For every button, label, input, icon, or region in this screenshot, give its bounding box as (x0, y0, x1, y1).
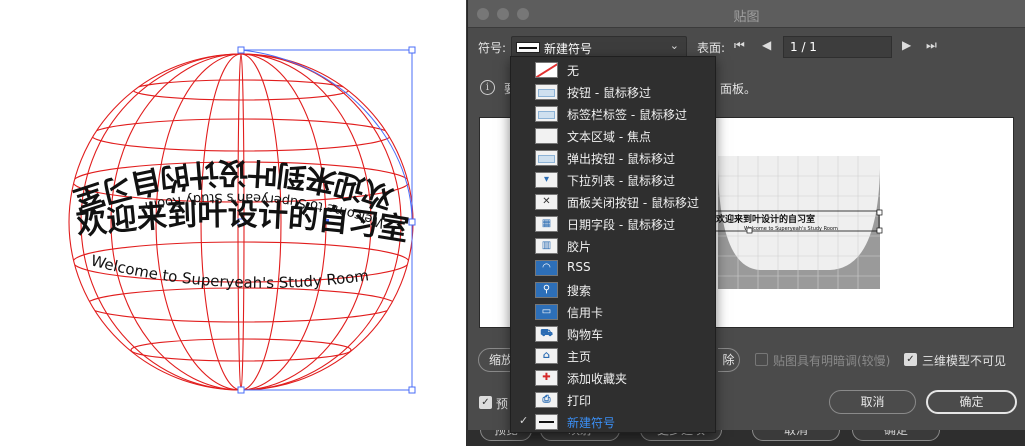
menu-item-new-symbol[interactable]: ✓ 新建符号 (511, 411, 715, 433)
menu-item-label: 新建符号 (567, 416, 616, 430)
menu-item-label: 下拉列表 - 鼠标移过 (567, 174, 675, 188)
dropdown-list-icon: ▾ (535, 172, 558, 188)
home-icon: ⌂ (535, 348, 558, 364)
menu-item-none[interactable]: 无 (511, 59, 715, 81)
menu-item-add-favorite[interactable]: ✚ 添加收藏夹 (511, 367, 715, 389)
info-text-end: 面板。 (720, 82, 757, 96)
surface-label: 表面: (697, 41, 726, 55)
menu-item-label: 面板关闭按钮 - 鼠标移过 (567, 196, 699, 210)
next-surface-icon[interactable]: ▶ (902, 38, 911, 52)
preview-checkbox[interactable]: ✓ (479, 396, 492, 409)
shopping-cart-icon: ⛟ (535, 326, 558, 342)
menu-item-label: 按钮 - 鼠标移过 (567, 86, 651, 100)
film-icon: ▥ (535, 238, 558, 254)
symbol-thumbnail-icon (516, 42, 540, 53)
dialog-title: 贴图 (733, 10, 760, 25)
menu-item-label: 标签栏标签 - 鼠标移过 (567, 108, 687, 122)
chevron-down-icon: ⌄ (669, 39, 679, 52)
menu-item-label: 打印 (567, 394, 592, 408)
menu-item-button-rollover[interactable]: 按钮 - 鼠标移过 (511, 81, 715, 103)
symbol-dropdown-menu: 无 按钮 - 鼠标移过 标签栏标签 - 鼠标移过 文本区域 - 焦点 弹出按钮 … (510, 56, 716, 433)
menu-item-label: 搜索 (567, 284, 592, 298)
menu-item-panel-close[interactable]: ✕ 面板关闭按钮 - 鼠标移过 (511, 191, 715, 213)
menu-item-label: 无 (567, 64, 580, 78)
invisible-geometry-checkbox[interactable]: ✓ (904, 353, 917, 366)
shading-label: 贴图具有明暗调(较慢) (773, 354, 891, 368)
menu-item-label: 日期字段 - 鼠标移过 (567, 218, 675, 232)
menu-item-search[interactable]: ⚲ 搜索 (511, 279, 715, 301)
menu-item-label: 主页 (567, 350, 592, 364)
artboard-canvas[interactable]: 欢迎来到叶设计的自习室 Welcome to Superyeah's Study… (0, 0, 466, 446)
surface-page-field[interactable]: 1 / 1 (783, 36, 892, 58)
sphere-artwork[interactable]: 欢迎来到叶设计的自习室 Welcome to Superyeah's Study… (0, 0, 466, 446)
shading-checkbox[interactable] (755, 353, 768, 366)
artwork-subtext-front: Welcome to Superyeah's Study Room (89, 251, 370, 291)
svg-text:Welcome to Superyeah's Study R: Welcome to Superyeah's Study Room (744, 226, 838, 232)
none-icon (535, 62, 558, 78)
search-icon: ⚲ (535, 282, 558, 298)
menu-item-home[interactable]: ⌂ 主页 (511, 345, 715, 367)
menu-item-tab-rollover[interactable]: 标签栏标签 - 鼠标移过 (511, 103, 715, 125)
menu-item-popup-button[interactable]: 弹出按钮 - 鼠标移过 (511, 147, 715, 169)
checkmark-icon: ✓ (519, 414, 529, 427)
rss-icon: ◠ (535, 260, 558, 276)
menu-item-text-area-focus[interactable]: 文本区域 - 焦点 (511, 125, 715, 147)
menu-item-film[interactable]: ▥ 胶片 (511, 235, 715, 257)
add-favorite-icon: ✚ (535, 370, 558, 386)
menu-item-label: 弹出按钮 - 鼠标移过 (567, 152, 675, 166)
info-icon: i (480, 80, 495, 95)
dialog-titlebar[interactable]: 贴图 (468, 0, 1025, 28)
menu-item-label: 购物车 (567, 328, 604, 342)
menu-item-rss[interactable]: ◠ RSS (511, 257, 715, 279)
menu-item-label: RSS (567, 260, 591, 274)
clear-button[interactable]: 除 (718, 348, 740, 372)
menu-item-date-field[interactable]: ▦ 日期字段 - 鼠标移过 (511, 213, 715, 235)
menu-item-label: 胶片 (567, 240, 592, 254)
first-surface-icon[interactable]: ⏮ (734, 38, 745, 53)
symbol-dropdown[interactable]: 新建符号 ⌄ (511, 36, 687, 58)
button-rollover-icon (535, 84, 558, 100)
menu-item-label: 信用卡 (567, 306, 604, 320)
previous-surface-icon[interactable]: ◀ (762, 38, 771, 52)
credit-card-icon: ▭ (535, 304, 558, 320)
last-surface-icon[interactable]: ⏭ (926, 38, 937, 53)
symbol-selected-value: 新建符号 (544, 42, 593, 56)
menu-item-dropdown-list[interactable]: ▾ 下拉列表 - 鼠标移过 (511, 169, 715, 191)
menu-item-print[interactable]: ⎙ 打印 (511, 389, 715, 411)
popup-button-icon (535, 150, 558, 166)
tab-rollover-icon (535, 106, 558, 122)
symbol-label: 符号: (478, 41, 507, 55)
svg-text:欢迎来到叶设计的自习室: 欢迎来到叶设计的自习室 (715, 213, 815, 225)
menu-item-label: 添加收藏夹 (567, 372, 628, 386)
text-area-focus-icon (535, 128, 558, 144)
preview-label: 预 (496, 397, 509, 411)
cancel-button[interactable]: 取消 (829, 390, 916, 414)
invisible-geometry-label: 三维模型不可见 (922, 354, 1007, 368)
menu-item-credit-card[interactable]: ▭ 信用卡 (511, 301, 715, 323)
ok-button[interactable]: 确定 (926, 390, 1017, 414)
date-field-icon: ▦ (535, 216, 558, 232)
panel-close-icon: ✕ (535, 194, 558, 210)
menu-item-label: 文本区域 - 焦点 (567, 130, 651, 144)
menu-item-shopping-cart[interactable]: ⛟ 购物车 (511, 323, 715, 345)
print-icon: ⎙ (535, 392, 558, 408)
new-symbol-icon (535, 414, 558, 430)
